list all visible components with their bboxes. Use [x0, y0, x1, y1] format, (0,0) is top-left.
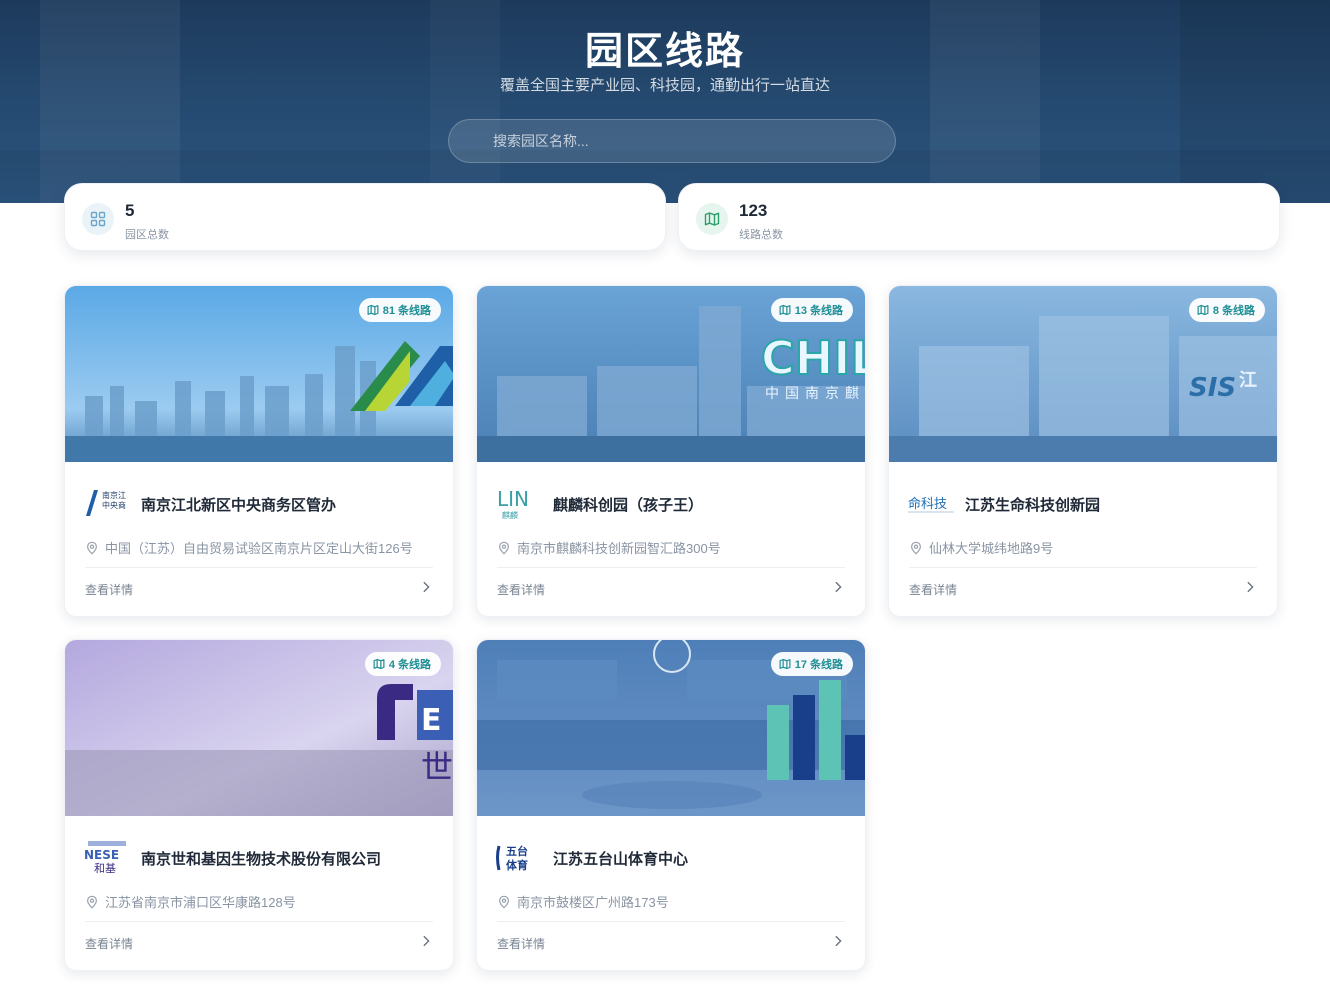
park-name: 南京江北新区中央商务区管办 [141, 497, 337, 514]
divider [909, 567, 1257, 568]
park-address-text: 仙林大学城纬地路9号 [929, 541, 1054, 556]
route-count: 81 条线路 [382, 305, 431, 317]
svg-text:E: E [421, 703, 442, 738]
park-address-text: 江苏省南京市浦口区华康路128号 [105, 895, 296, 910]
map-icon [779, 304, 791, 316]
park-address-text: 南京市麒麟科技创新园智汇路300号 [517, 541, 721, 556]
park-address-text: 中国（江苏）自由贸易试验区南京片区定山大街126号 [105, 541, 413, 556]
stat-routes-label: 线路总数 [739, 229, 783, 241]
map-icon [696, 203, 728, 235]
route-count: 17 条线路 [794, 659, 843, 671]
park-name: 江苏生命科技创新园 [965, 497, 1101, 514]
route-count-badge: 4 条线路 [364, 652, 441, 676]
park-logo: LIN 麒麟 [496, 486, 542, 520]
park-logo: 南京江 中央商 [84, 486, 130, 520]
location-pin-icon [87, 541, 97, 555]
location-pin-icon [911, 541, 921, 555]
svg-text:江: 江 [1239, 370, 1257, 391]
chevron-right-icon[interactable] [419, 580, 433, 594]
map-icon [1197, 304, 1209, 316]
park-logo: NESE 和基 [84, 840, 130, 874]
view-details-link[interactable]: 查看详情 [85, 581, 133, 598]
location-pin-icon [87, 895, 97, 909]
park-logo: 五台 体育 [496, 840, 542, 874]
divider [497, 921, 845, 922]
park-card[interactable]: 81 条线路 南京江 中央商 南京江北新区中央商务区管办 中国（江苏）自由贸易试… [64, 285, 454, 617]
svg-text:体育: 体育 [506, 858, 528, 872]
divider [85, 567, 433, 568]
view-details-link[interactable]: 查看详情 [497, 581, 545, 598]
map-icon [367, 304, 379, 316]
park-card[interactable]: SIS 江 8 条线路 命科技 江苏生命科技创新园 仙林大学城纬地路9号 查看详… [888, 285, 1278, 617]
stat-parks: 5 园区总数 [64, 183, 666, 251]
route-count-badge: 13 条线路 [770, 298, 853, 322]
park-card[interactable]: E 世 4 条线路 NESE 和基 南京世和基因生物技术股份有限公司 江苏省南京… [64, 639, 454, 971]
svg-text:SIS: SIS [1189, 373, 1236, 403]
svg-text:中央商: 中央商 [102, 500, 126, 510]
view-details-link[interactable]: 查看详情 [85, 935, 133, 952]
park-address: 中国（江苏）自由贸易试验区南京片区定山大街126号 [85, 538, 413, 557]
park-name: 麒麟科创园（孩子王） [553, 497, 704, 514]
page-subtitle: 覆盖全国主要产业园、科技园，通勤出行一站直达 [499, 77, 830, 94]
chevron-right-icon[interactable] [831, 934, 845, 948]
route-count: 8 条线路 [1212, 305, 1255, 317]
park-address: 南京市鼓楼区广州路173号 [497, 892, 669, 911]
location-pin-icon [499, 895, 509, 909]
svg-text:NESE: NESE [84, 848, 119, 862]
search-input[interactable] [448, 119, 896, 163]
stat-parks-label: 园区总数 [125, 229, 169, 241]
route-count-badge: 81 条线路 [358, 298, 441, 322]
park-logo: 命科技 [908, 486, 954, 520]
park-card[interactable]: 17 条线路 五台 体育 江苏五台山体育中心 南京市鼓楼区广州路173号 查看详… [476, 639, 866, 971]
svg-text:CHIL: CHIL [761, 331, 866, 385]
hero-banner: 园区线路 覆盖全国主要产业园、科技园，通勤出行一站直达 [0, 0, 1330, 203]
svg-text:南京江: 南京江 [102, 490, 126, 500]
park-address: 仙林大学城纬地路9号 [909, 538, 1053, 557]
location-pin-icon [499, 541, 509, 555]
svg-text:麒麟: 麒麟 [502, 510, 518, 520]
svg-text:五台: 五台 [506, 844, 528, 858]
stat-routes-value: 123 [739, 201, 768, 220]
chevron-right-icon[interactable] [419, 934, 433, 948]
stat-parks-value: 5 [125, 201, 135, 220]
svg-text:LIN: LIN [497, 487, 529, 511]
divider [85, 921, 433, 922]
park-address: 江苏省南京市浦口区华康路128号 [85, 892, 296, 911]
map-icon [373, 658, 385, 670]
grid-icon [82, 203, 114, 235]
chevron-right-icon[interactable] [831, 580, 845, 594]
svg-text:和基: 和基 [94, 862, 116, 874]
view-details-link[interactable]: 查看详情 [497, 935, 545, 952]
route-count: 4 条线路 [388, 659, 431, 671]
svg-text:世: 世 [421, 748, 453, 786]
route-count-badge: 17 条线路 [770, 652, 853, 676]
svg-text:命科技: 命科技 [908, 496, 947, 512]
svg-text:中国南京麒: 中国南京麒 [765, 386, 865, 402]
park-address-text: 南京市鼓楼区广州路173号 [517, 895, 669, 910]
chevron-right-icon[interactable] [1243, 580, 1257, 594]
view-details-link[interactable]: 查看详情 [909, 581, 957, 598]
park-address: 南京市麒麟科技创新园智汇路300号 [497, 538, 721, 557]
park-name: 江苏五台山体育中心 [553, 851, 689, 868]
page-title: 园区线路 [584, 31, 745, 73]
route-count: 13 条线路 [794, 305, 843, 317]
map-icon [779, 658, 791, 670]
route-count-badge: 8 条线路 [1188, 298, 1265, 322]
stat-routes: 123 线路总数 [678, 183, 1280, 251]
park-card[interactable]: CHIL 中国南京麒 13 条线路 LIN 麒麟 麒麟科创园（孩子王） 南京市麒… [476, 285, 866, 617]
park-name: 南京世和基因生物技术股份有限公司 [141, 851, 382, 868]
divider [497, 567, 845, 568]
